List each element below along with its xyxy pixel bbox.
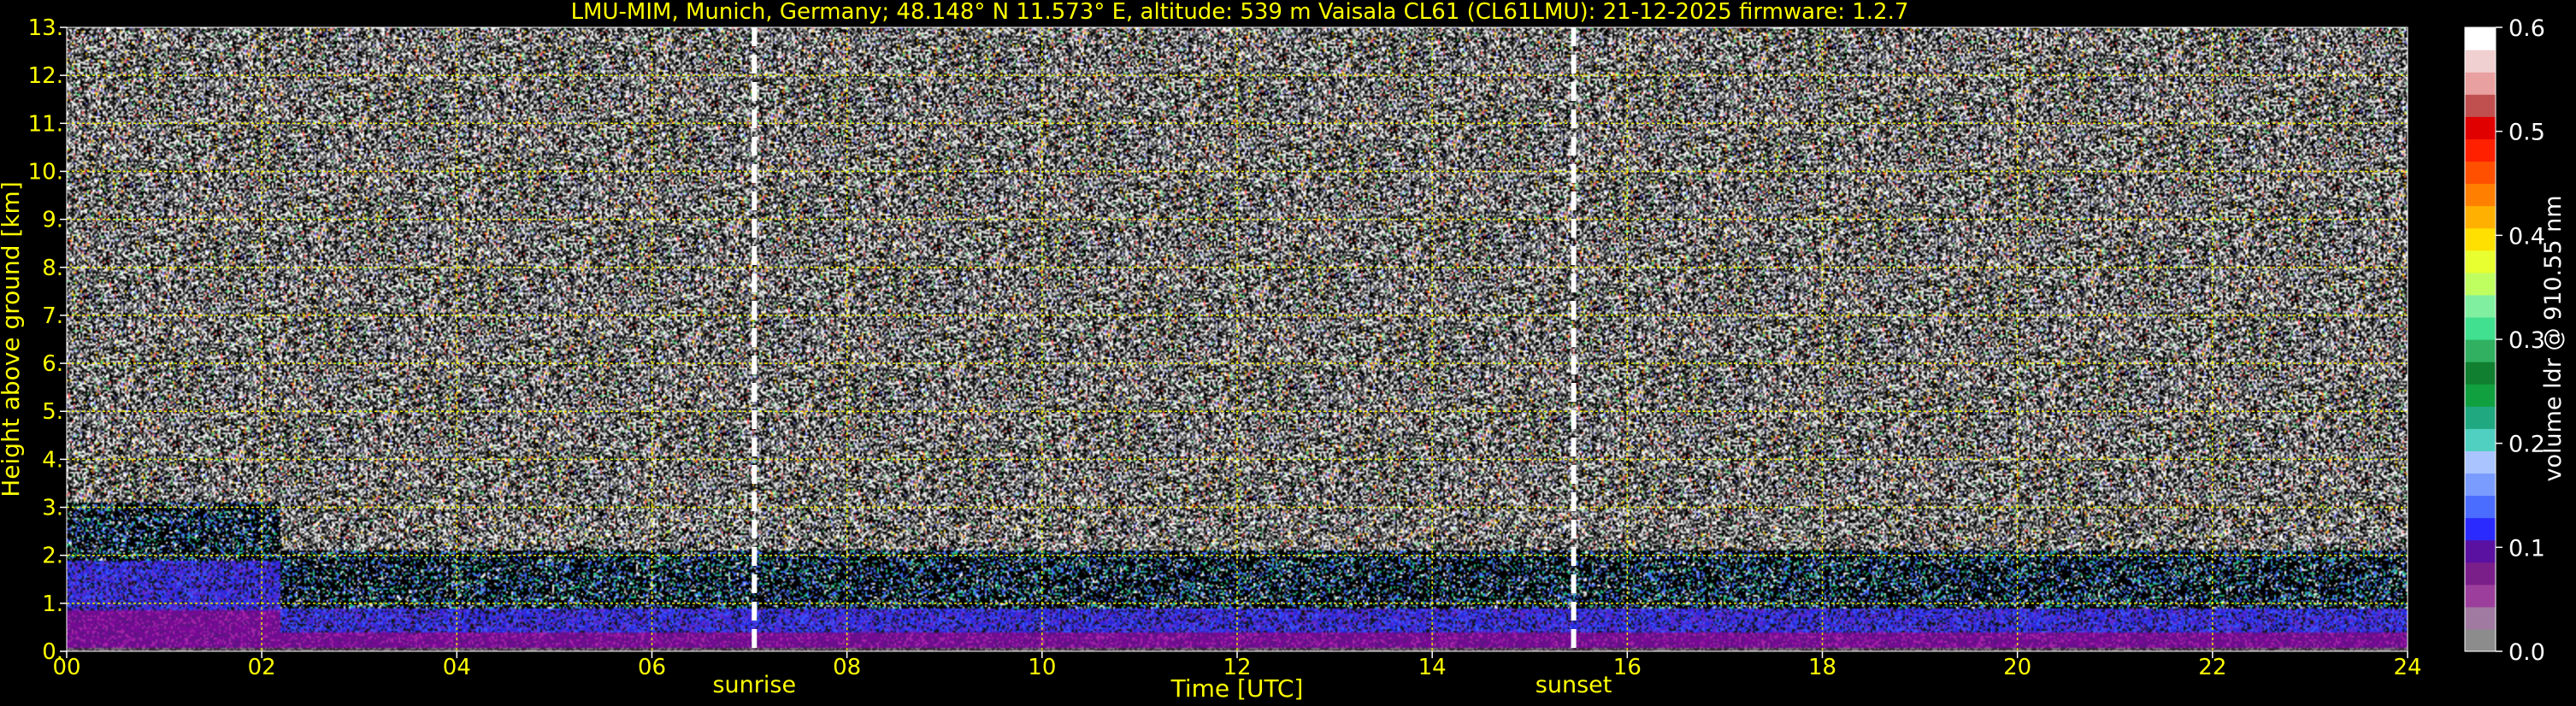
colorbar-segment — [2465, 450, 2496, 474]
sunset-label: sunset — [1536, 672, 1612, 698]
x-axis-label: Time [UTC] — [1170, 674, 1304, 703]
colorbar-segment — [2465, 473, 2496, 497]
chart-title: LMU-MIM, Munich, Germany; 48.148° N 11.5… — [571, 0, 1909, 25]
colorbar-segment — [2465, 50, 2496, 73]
y-tick-label: 12. — [28, 63, 63, 89]
x-tick-label: 08 — [833, 655, 861, 680]
y-tick-label: 11. — [28, 111, 63, 137]
colorbar-segment — [2465, 183, 2496, 207]
colorbar-segment — [2465, 116, 2496, 139]
y-tick-label: 5. — [42, 399, 63, 425]
y-tick-label: 13. — [28, 15, 63, 41]
colorbar-segment — [2465, 294, 2496, 318]
colorbar-label: volume ldr @ 910.55 nm — [2540, 196, 2567, 482]
colorbar-segment — [2465, 584, 2496, 608]
colorbar-segment — [2465, 384, 2496, 407]
y-tick-label: 1. — [42, 591, 63, 617]
colorbar-segment — [2465, 362, 2496, 385]
colorbar-segment — [2465, 94, 2496, 117]
colorbar-segment — [2465, 227, 2496, 251]
y-axis-ticks: 0. 1. 2. 3. 4. 5. 6. 7. 8. 9. 10. 11. 12. 13. — [28, 15, 67, 665]
colorbar-tick-label: 0.1 — [2508, 535, 2545, 562]
y-tick-label: 0. — [42, 639, 63, 665]
y-tick-label: 4. — [42, 447, 63, 473]
x-tick-label: 20 — [2003, 655, 2031, 680]
colorbar-segment — [2465, 316, 2496, 340]
x-tick-label: 14 — [1418, 655, 1447, 680]
colorbar-tick-label: 0.6 — [2508, 15, 2545, 42]
colorbar-segment — [2465, 606, 2496, 630]
plot-area — [66, 26, 2408, 652]
colorbar-tick-label: 0.0 — [2508, 639, 2545, 666]
colorbar-segment — [2465, 72, 2496, 95]
x-tick-label: 24 — [2393, 655, 2421, 680]
x-tick-label: 06 — [638, 655, 666, 680]
colorbar-segment — [2465, 250, 2496, 274]
sunrise-label: sunrise — [712, 672, 796, 698]
colorbar-segment — [2465, 495, 2496, 519]
y-tick-label: 9. — [42, 208, 63, 233]
colorbar-segment — [2465, 628, 2496, 652]
colorbar-segment — [2465, 428, 2496, 451]
x-tick-label: 10 — [1028, 655, 1056, 680]
y-tick-label: 6. — [42, 351, 63, 377]
colorbar-ticks: 0.00.10.20.30.40.50.6 — [2496, 15, 2545, 666]
y-tick-label: 3. — [42, 496, 63, 521]
y-tick-label: 7. — [42, 303, 63, 329]
y-tick-label: 2. — [42, 544, 63, 569]
colorbar-segment — [2465, 539, 2496, 563]
colorbar-tick-label: 0.5 — [2508, 120, 2545, 146]
y-tick-label: 10. — [28, 159, 63, 185]
x-tick-label: 04 — [443, 655, 471, 680]
x-tick-label: 22 — [2198, 655, 2226, 680]
x-tick-label: 02 — [248, 655, 276, 680]
colorbar-segment — [2465, 339, 2496, 362]
x-tick-label: 16 — [1613, 655, 1642, 680]
colorbar-segment — [2465, 161, 2496, 185]
ceilometer-chart: LMU-MIM, Munich, Germany; 48.148° N 11.5… — [0, 0, 2567, 703]
colorbar — [2464, 26, 2496, 652]
x-tick-label: 18 — [1808, 655, 1836, 680]
colorbar-segment — [2465, 406, 2496, 429]
colorbar-segment — [2465, 138, 2496, 162]
y-tick-label: 8. — [42, 256, 63, 281]
colorbar-segment — [2465, 27, 2496, 50]
colorbar-segment — [2465, 272, 2496, 296]
y-axis-label: Height above ground [km] — [0, 181, 25, 497]
colorbar-segment — [2465, 205, 2496, 229]
colorbar-segment — [2465, 517, 2496, 541]
colorbar-segment — [2465, 562, 2496, 585]
